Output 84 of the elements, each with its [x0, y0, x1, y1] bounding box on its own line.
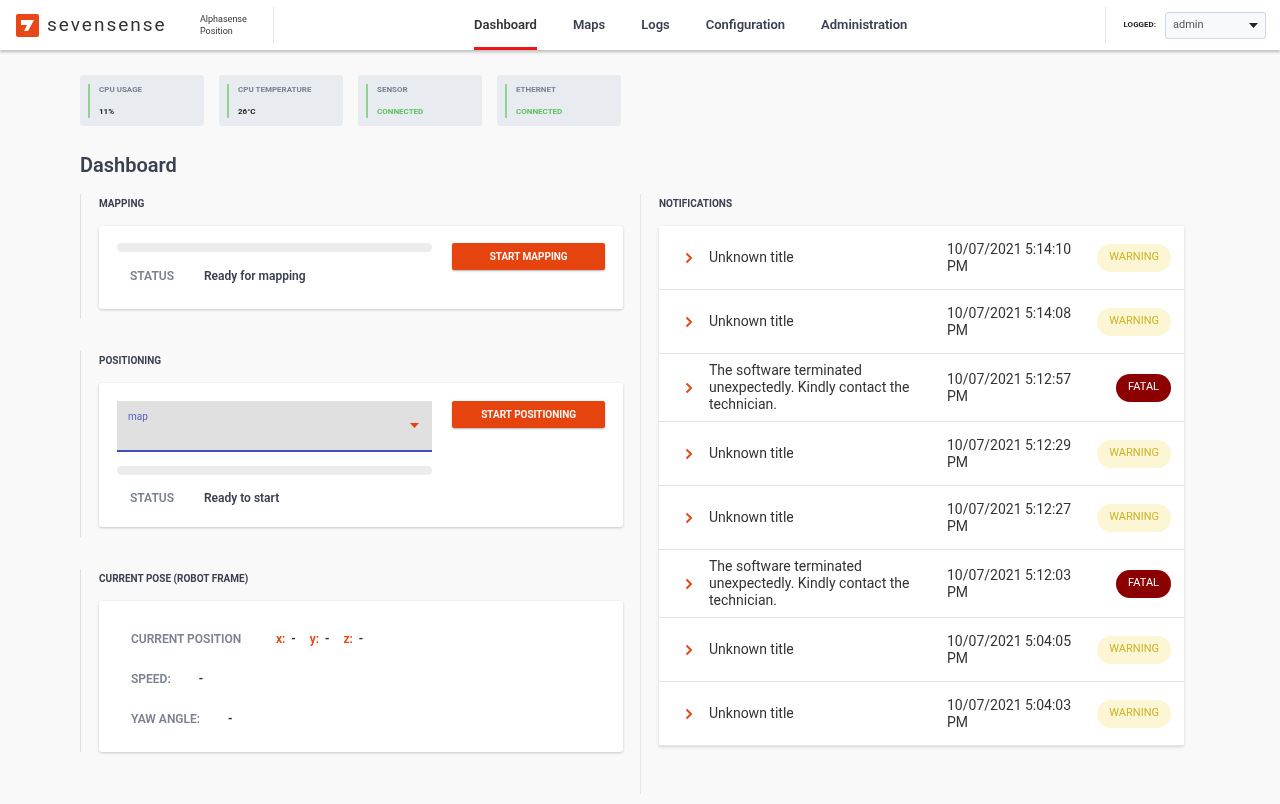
axis-value: -: [358, 631, 364, 648]
notification-time: 10/07/2021 5:04:05 PM: [947, 632, 1073, 667]
stat-label: SENSOR: [377, 83, 409, 96]
notification-time: 10/07/2021 5:14:08 PM: [947, 304, 1073, 339]
position-label: CURRENT POSITION: [131, 631, 243, 648]
caret-icon: [1249, 22, 1258, 28]
pose-label: YAW ANGLE:: [131, 711, 201, 728]
map-select[interactable]: map: [117, 401, 433, 452]
notification-title: Unknown title: [709, 509, 795, 526]
notification-title: Unknown title: [709, 641, 795, 658]
caret-icon: [410, 423, 420, 428]
axis-value: -: [325, 631, 330, 648]
section-heading: POSITIONING: [99, 354, 163, 368]
level-badge: WARNING: [1097, 699, 1171, 728]
chevron-right-icon: [685, 643, 693, 656]
section-heading: NOTIFICATIONS: [659, 197, 734, 211]
stat-value: 26°C: [238, 105, 257, 118]
level-badge: WARNING: [1097, 439, 1171, 468]
user-select[interactable]: admin: [1165, 11, 1266, 39]
chevron-right-icon: [685, 707, 693, 720]
notification-time: 10/07/2021 5:12:27 PM: [947, 500, 1073, 535]
logo-icon: [16, 13, 39, 37]
logged-label: LOGGED:: [1123, 19, 1156, 31]
notification-time: 10/07/2021 5:12:57 PM: [947, 370, 1073, 405]
notification-row[interactable]: The software terminated unexpectedly. Kindly contact the technician. 10/07/2021 5:12:57 PM FATAL: [659, 354, 1184, 422]
stat-value: CONNECTED: [377, 105, 424, 118]
level-badge: WARNING: [1097, 635, 1171, 664]
status-value: Ready for mapping: [204, 268, 306, 285]
chevron-right-icon: [685, 577, 693, 590]
axis-label: z:: [343, 631, 353, 648]
nav-tab[interactable]: Maps: [572, 0, 606, 50]
level-badge: WARNING: [1097, 307, 1171, 336]
stat-label: CPU TEMPERATURE: [238, 83, 312, 96]
notification-title: The software terminated unexpectedly. Kindly contact the technician.: [709, 558, 911, 609]
start-mapping-button[interactable]: START MAPPING: [452, 243, 605, 270]
notification-time: 10/07/2021 5:14:10 PM: [947, 240, 1073, 275]
chevron-right-icon: [685, 381, 693, 394]
pose-value: -: [228, 711, 233, 728]
notification-title: Unknown title: [709, 313, 795, 330]
level-badge: WARNING: [1097, 503, 1171, 532]
chevron-right-icon: [685, 447, 693, 460]
level-badge: FATAL: [1116, 373, 1171, 402]
status-label: STATUS: [130, 268, 175, 285]
level-badge: FATAL: [1116, 569, 1171, 598]
nav-tab[interactable]: Administration: [821, 0, 908, 50]
notification-row[interactable]: Unknown title 10/07/2021 5:14:08 PM WARNING: [659, 290, 1184, 354]
brand-name: sevensense: [47, 11, 167, 38]
notification-row[interactable]: Unknown title 10/07/2021 5:12:29 PM WARNING: [659, 422, 1184, 486]
notification-title: Unknown title: [709, 249, 795, 266]
notification-time: 10/07/2021 5:12:29 PM: [947, 436, 1073, 471]
notification-title: Unknown title: [709, 445, 795, 462]
pose-label: SPEED:: [131, 671, 171, 688]
axis-label: x:: [276, 631, 286, 648]
notification-time: 10/07/2021 5:04:03 PM: [947, 696, 1073, 731]
axis-label: y:: [309, 631, 319, 648]
stat-label: ETHERNET: [516, 83, 557, 96]
nav-tab[interactable]: Logs: [641, 0, 670, 50]
notification-title: The software terminated unexpectedly. Kindly contact the technician.: [709, 362, 911, 413]
stat-label: CPU USAGE: [99, 83, 143, 96]
axis-value: -: [291, 631, 296, 648]
notification-row[interactable]: Unknown title 10/07/2021 5:04:05 PM WARNING: [659, 618, 1184, 682]
pose-value: -: [198, 671, 204, 688]
start-positioning-button[interactable]: START POSITIONING: [452, 401, 605, 428]
status-label: STATUS: [130, 490, 175, 507]
page-title: Dashboard: [80, 152, 178, 179]
status-value: Ready to start: [204, 490, 280, 507]
product-name: Position: [200, 25, 234, 37]
product-name: Alphasense: [200, 13, 248, 25]
notification-time: 10/07/2021 5:12:03 PM: [947, 566, 1073, 601]
section-heading: MAPPING: [99, 197, 146, 211]
chevron-right-icon: [685, 251, 693, 264]
notification-row[interactable]: Unknown title 10/07/2021 5:12:27 PM WARNING: [659, 486, 1184, 550]
chevron-right-icon: [685, 315, 693, 328]
stat-value: 11%: [99, 105, 116, 118]
notification-row[interactable]: Unknown title 10/07/2021 5:14:10 PM WARNING: [659, 226, 1184, 290]
nav-tab[interactable]: Configuration: [705, 0, 786, 50]
level-badge: WARNING: [1097, 243, 1171, 272]
notification-title: Unknown title: [709, 705, 795, 722]
notification-row[interactable]: The software terminated unexpectedly. Kindly contact the technician. 10/07/2021 5:12:03 PM FATAL: [659, 550, 1184, 618]
chevron-right-icon: [685, 511, 693, 524]
notification-row[interactable]: Unknown title 10/07/2021 5:04:03 PM WARNING: [659, 682, 1184, 746]
section-heading: CURRENT POSE (ROBOT FRAME): [99, 572, 250, 586]
stat-value: CONNECTED: [516, 105, 563, 118]
nav-tab[interactable]: Dashboard: [474, 0, 537, 50]
